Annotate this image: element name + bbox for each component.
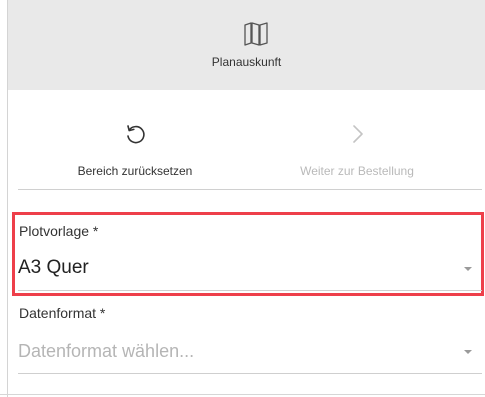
divider (18, 189, 482, 190)
plot-template-underline (18, 290, 482, 291)
reset-area-button[interactable]: Bereich zurücksetzen (40, 112, 230, 192)
chevron-right-icon (353, 125, 363, 143)
data-format-placeholder: Datenformat wählen... (18, 341, 195, 361)
plot-template-value: A3 Quer (18, 257, 89, 278)
reset-icon (127, 125, 145, 144)
continue-to-order-label: Weiter zur Bestellung (300, 164, 414, 178)
plot-template-label: Plotvorlage * (19, 223, 99, 239)
panel-title: Planauskunft (211, 55, 282, 69)
panel-bottom-border (0, 394, 485, 395)
continue-to-order-button[interactable]: Weiter zur Bestellung (262, 112, 452, 192)
data-format-label: Datenformat * (19, 305, 106, 321)
chevron-down-icon (464, 267, 472, 271)
reset-area-label: Bereich zurücksetzen (77, 164, 193, 178)
panel-header: Planauskunft (8, 0, 485, 90)
data-format-underline (18, 373, 482, 374)
chevron-down-icon (464, 350, 472, 354)
map-icon (244, 22, 268, 46)
